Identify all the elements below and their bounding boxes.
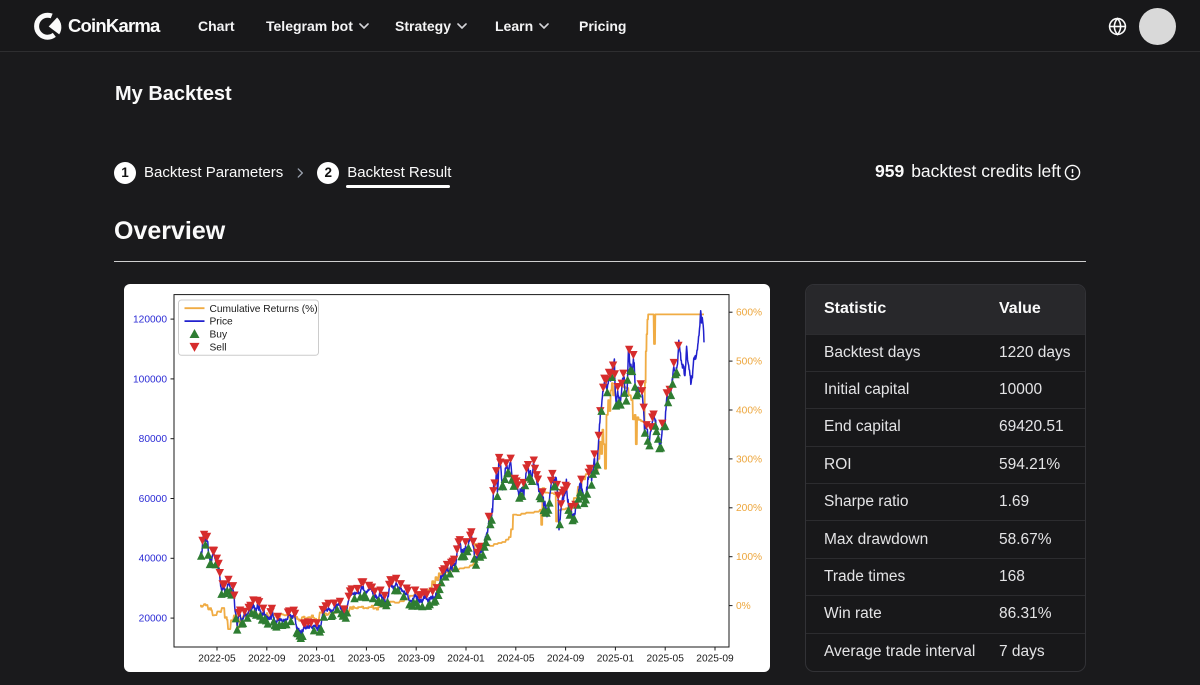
svg-text:Price: Price [210,317,234,328]
svg-text:2025-01: 2025-01 [597,654,635,665]
svg-text:600%: 600% [736,308,762,319]
svg-text:80000: 80000 [139,434,168,445]
svg-text:100000: 100000 [133,374,167,385]
svg-text:40000: 40000 [139,554,168,565]
svg-text:2025-09: 2025-09 [696,654,734,665]
svg-text:200%: 200% [736,503,762,514]
svg-text:2022-05: 2022-05 [198,654,236,665]
svg-text:500%: 500% [736,357,762,368]
svg-text:2024-09: 2024-09 [547,654,585,665]
svg-text:2023-05: 2023-05 [348,654,386,665]
svg-text:2022-09: 2022-09 [248,654,286,665]
svg-text:2024-01: 2024-01 [447,654,485,665]
svg-text:2025-05: 2025-05 [647,654,685,665]
svg-text:Cumulative Returns (%): Cumulative Returns (%) [210,304,318,315]
svg-text:0%: 0% [736,601,751,612]
svg-text:Buy: Buy [210,330,228,341]
svg-text:2023-01: 2023-01 [298,654,336,665]
svg-text:400%: 400% [736,405,762,416]
svg-text:Sell: Sell [210,343,227,354]
svg-text:100%: 100% [736,552,762,563]
svg-text:20000: 20000 [139,614,168,625]
svg-text:300%: 300% [736,454,762,465]
svg-text:60000: 60000 [139,494,168,505]
svg-text:2023-09: 2023-09 [398,654,436,665]
svg-text:2024-05: 2024-05 [497,654,535,665]
svg-text:120000: 120000 [133,315,167,326]
